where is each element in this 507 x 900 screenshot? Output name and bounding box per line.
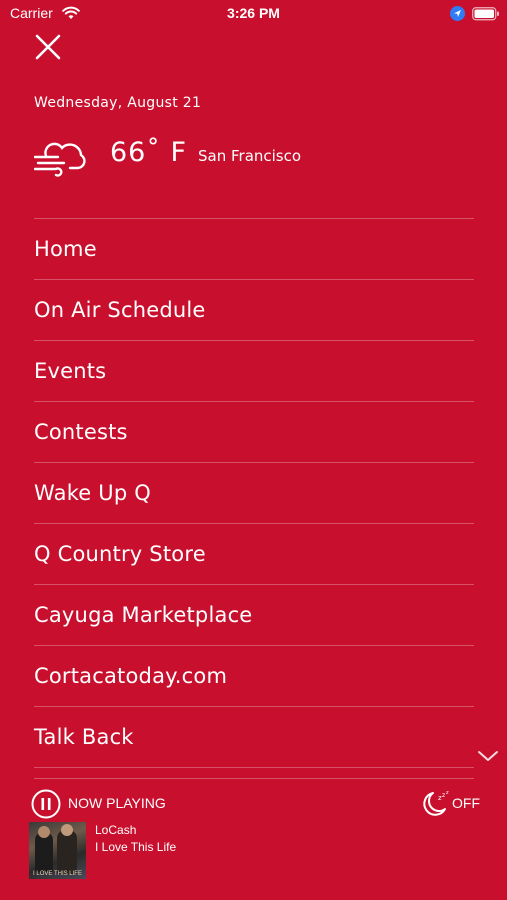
menu-item-contests[interactable]: Contests [34, 401, 474, 462]
menu-item-home[interactable]: Home [34, 218, 474, 279]
status-bar: Carrier 3:26 PM [0, 0, 507, 28]
temperature: 66˚ F [110, 137, 187, 168]
album-art: I LOVE THIS LIFE [29, 822, 86, 879]
moon-sleep-icon: z z z [421, 789, 451, 821]
menu-item-wake-up-q[interactable]: Wake Up Q [34, 462, 474, 523]
player-divider [34, 778, 474, 779]
now-playing-label: NOW PLAYING [68, 795, 166, 811]
cloud-wind-icon [33, 137, 86, 181]
menu-divider [34, 767, 474, 768]
collapse-player-button[interactable] [477, 748, 499, 767]
nav-menu: Home On Air Schedule Events Contests Wak… [34, 218, 474, 768]
pause-icon [31, 789, 61, 819]
sleep-timer-button[interactable]: z z z OFF [421, 789, 483, 817]
location-arrow-icon [450, 6, 465, 25]
weather-city: San Francisco [198, 147, 302, 165]
pause-button[interactable] [31, 789, 61, 823]
current-date: Wednesday, August 21 [34, 95, 202, 111]
track-title: I Love This Life [95, 840, 177, 854]
weather-widget: 66˚ F San Francisco [33, 135, 474, 177]
album-caption: I LOVE THIS LIFE [33, 871, 82, 877]
menu-item-on-air-schedule[interactable]: On Air Schedule [34, 279, 474, 340]
svg-text:z: z [442, 792, 445, 799]
chevron-down-icon [478, 751, 498, 761]
menu-item-cayuga-marketplace[interactable]: Cayuga Marketplace [34, 584, 474, 645]
close-button[interactable] [34, 33, 62, 61]
menu-item-talk-back[interactable]: Talk Back [34, 706, 474, 767]
close-icon [35, 34, 61, 60]
sleep-timer-label: OFF [452, 795, 480, 811]
menu-item-q-country-store[interactable]: Q Country Store [34, 523, 474, 584]
menu-item-cortacatoday[interactable]: Cortacatoday.com [34, 645, 474, 706]
menu-item-events[interactable]: Events [34, 340, 474, 401]
svg-text:z: z [446, 790, 449, 796]
battery-icon [472, 6, 500, 25]
artist-name: LoCash [95, 823, 137, 837]
status-time: 3:26 PM [227, 5, 280, 21]
